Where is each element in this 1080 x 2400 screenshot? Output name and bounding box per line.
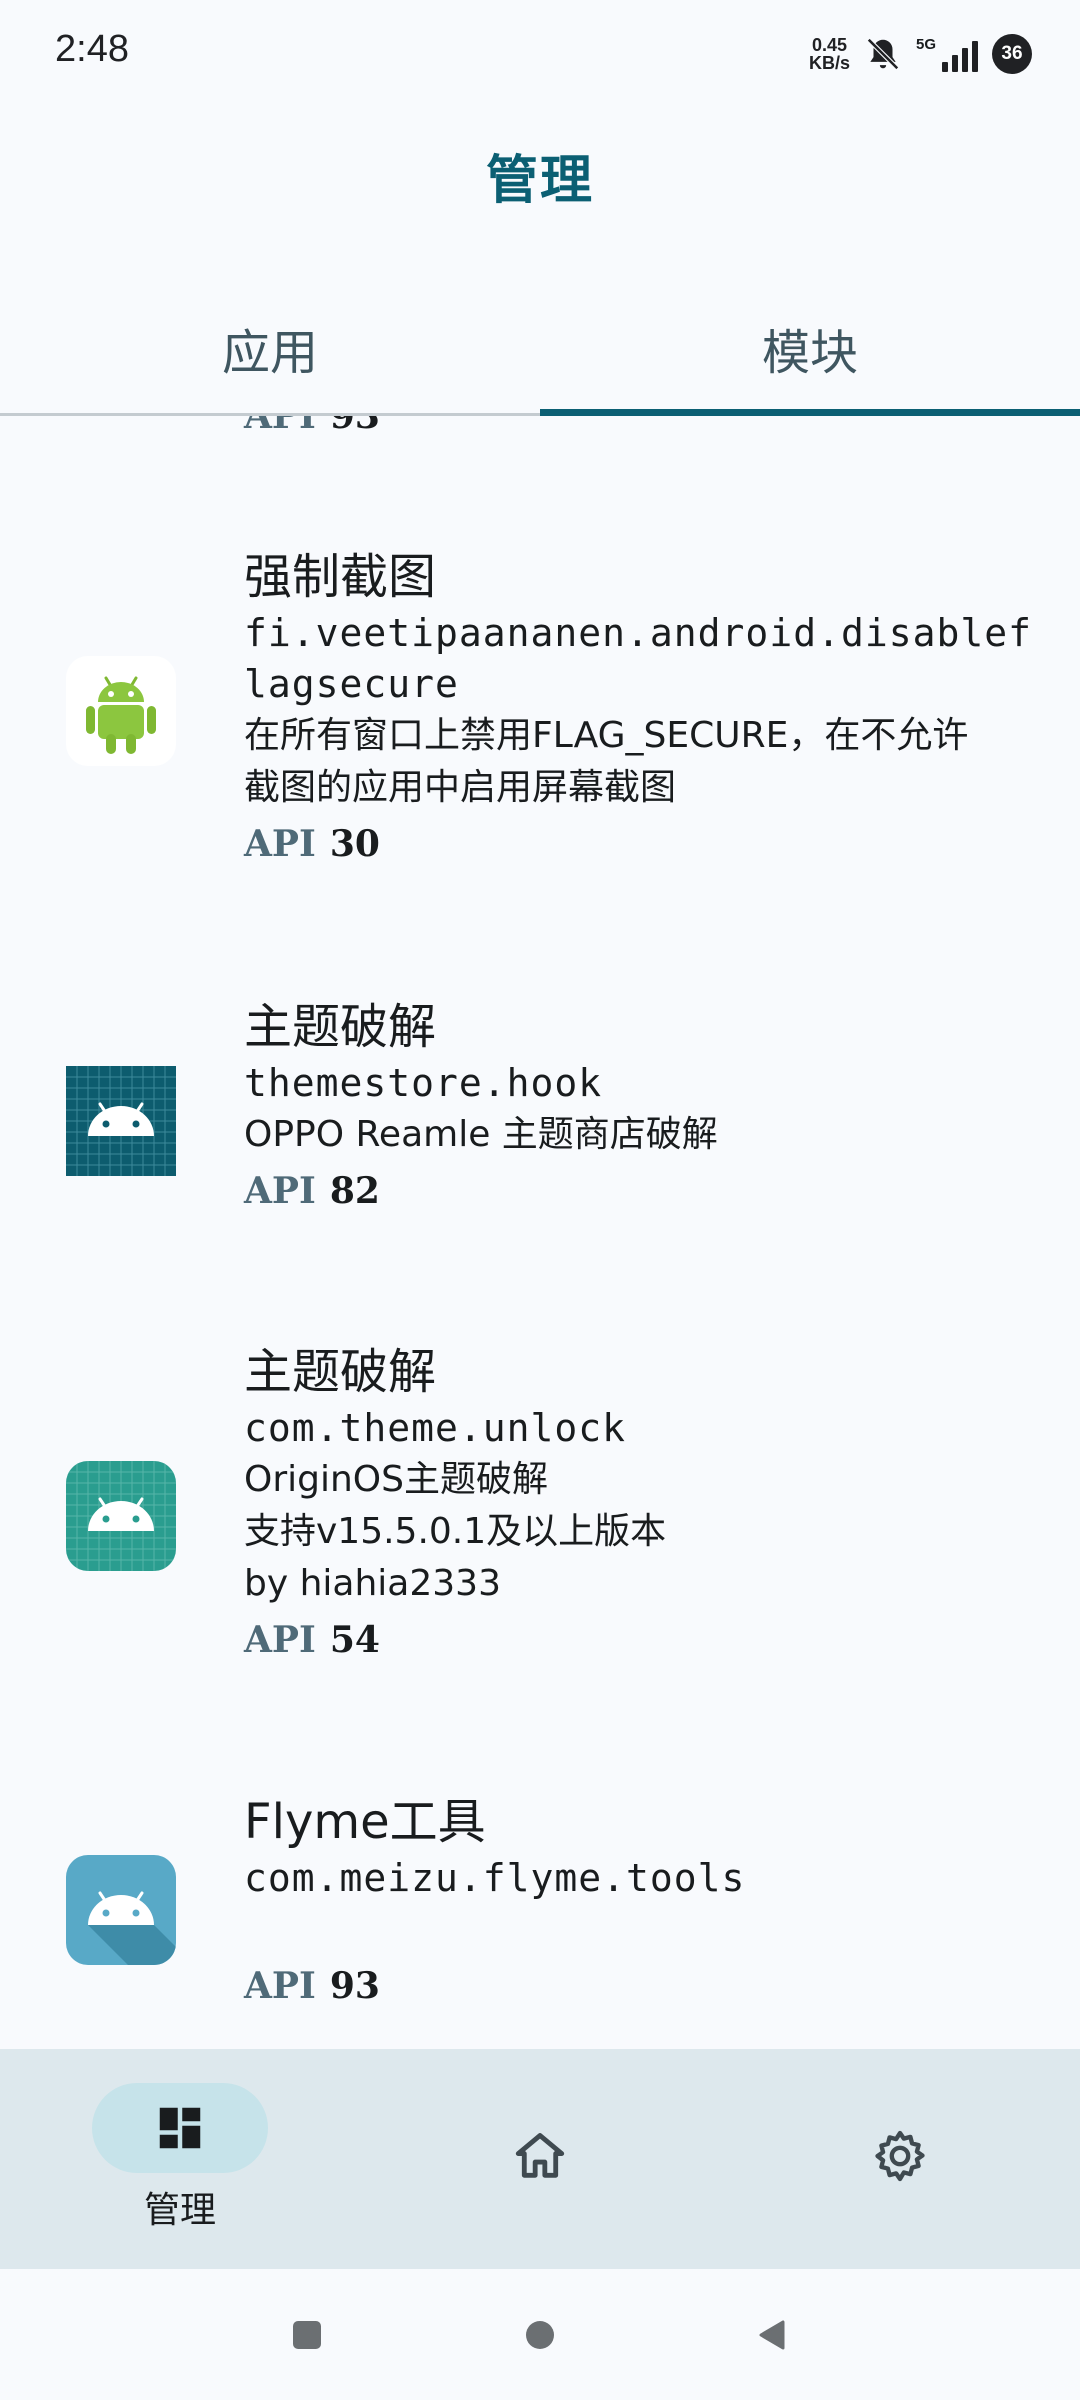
nav-settings-container bbox=[812, 2111, 988, 2201]
api-label: API bbox=[244, 1619, 316, 1661]
back-button[interactable] bbox=[745, 2307, 801, 2363]
module-name: Flyme工具 bbox=[244, 1794, 486, 1850]
tab-apps[interactable]: 应用 bbox=[0, 280, 540, 416]
network-speed: 0.45 KB/s bbox=[809, 36, 850, 72]
home-icon bbox=[515, 2133, 565, 2178]
android-default-icon bbox=[66, 1066, 176, 1176]
module-package: com.meizu.flyme.tools bbox=[244, 1856, 746, 1900]
api-label: API bbox=[244, 1965, 316, 2007]
module-api: API 93 bbox=[244, 1958, 1044, 2014]
api-label: API bbox=[244, 416, 316, 437]
home-system-button[interactable] bbox=[512, 2307, 568, 2363]
module-info: 主题破解 com.theme.unlock OriginOS主题破解 支持v15… bbox=[244, 1341, 1044, 1668]
api-label: API bbox=[244, 823, 316, 865]
module-api: API 82 bbox=[244, 1163, 1044, 1219]
module-item[interactable]: 强制截图 fi.veetipaananen.android.disablefla… bbox=[0, 546, 1080, 865]
api-value: 30 bbox=[329, 823, 380, 865]
signal-bar bbox=[952, 55, 958, 72]
nav-active-indicator bbox=[92, 2083, 268, 2173]
cellular-signal-icon: 5G bbox=[916, 36, 978, 72]
status-time: 2:48 bbox=[55, 28, 129, 70]
circle-icon bbox=[526, 2321, 554, 2349]
screen: 2:48 0.45 KB/s 5G 36 管理 应用 模块 API 93 强制截… bbox=[0, 0, 1080, 2400]
module-api: API 30 bbox=[244, 816, 1044, 872]
nav-manage-label: 管理 bbox=[143, 2190, 216, 2231]
page-title: 管理 bbox=[485, 151, 594, 211]
status-bar: 2:48 0.45 KB/s 5G 36 bbox=[0, 0, 1080, 100]
module-name: 主题破解 bbox=[244, 1344, 437, 1400]
gear-icon bbox=[875, 2130, 925, 2182]
tab-modules[interactable]: 模块 bbox=[540, 280, 1080, 416]
system-navigation-bar bbox=[0, 2269, 1080, 2400]
api-label: API bbox=[244, 1170, 316, 1212]
android-robot-icon bbox=[66, 656, 176, 766]
module-info: Flyme工具 com.meizu.flyme.tools API 93 bbox=[244, 1791, 1044, 2014]
android-default-icon bbox=[66, 1855, 176, 1965]
network-speed-unit: KB/s bbox=[808, 53, 850, 73]
module-info: 主题破解 themestore.hook OPPO Reamle 主题商店破解 … bbox=[244, 996, 1044, 1219]
api-value: 54 bbox=[329, 1619, 380, 1661]
api-value: 82 bbox=[329, 1170, 380, 1212]
nav-home-container bbox=[452, 2111, 628, 2201]
recents-button[interactable] bbox=[279, 2307, 335, 2363]
module-item[interactable]: 主题破解 com.theme.unlock OriginOS主题破解 支持v15… bbox=[0, 1341, 1080, 1671]
tab-bar: 应用 模块 bbox=[0, 280, 1080, 416]
dashboard-icon bbox=[159, 2107, 201, 2149]
android-default-icon bbox=[66, 1461, 176, 1571]
module-list[interactable]: API 93 强制截图 fi.veetipaananen.android.disa… bbox=[0, 416, 1080, 2049]
module-name: 强制截图 bbox=[244, 549, 437, 605]
tab-selected-indicator bbox=[540, 409, 1080, 416]
signal-bar bbox=[962, 48, 968, 72]
module-description: OPPO Reamle 主题商店破解 bbox=[244, 1114, 718, 1155]
battery-indicator: 36 bbox=[992, 34, 1032, 74]
bottom-navigation: 管理 bbox=[0, 2049, 1080, 2269]
status-icons: 0.45 KB/s 5G 36 bbox=[809, 32, 1032, 76]
module-description: 在所有窗口上禁用FLAG_SECURE，在不允许截图的应用中启用屏幕截图 bbox=[244, 715, 969, 808]
nav-manage[interactable]: 管理 bbox=[0, 2049, 360, 2269]
api-value: 93 bbox=[329, 416, 380, 437]
module-api: API 54 bbox=[244, 1612, 1044, 1668]
module-name: 主题破解 bbox=[244, 999, 437, 1055]
api-value: 93 bbox=[329, 1965, 380, 2007]
square-icon bbox=[293, 2321, 321, 2349]
module-item[interactable]: Flyme工具 com.meizu.flyme.tools API 93 bbox=[0, 1791, 1080, 2041]
nav-home[interactable] bbox=[360, 2049, 720, 2269]
module-info: 强制截图 fi.veetipaananen.android.disablefla… bbox=[244, 546, 1044, 872]
bell-muted-icon bbox=[867, 38, 899, 70]
triangle-back-icon bbox=[759, 2320, 785, 2350]
signal-bar bbox=[972, 41, 978, 72]
network-type: 5G bbox=[915, 36, 936, 53]
module-package: fi.veetipaananen.android.disableflagsecu… bbox=[244, 611, 1032, 706]
module-description bbox=[244, 1904, 1044, 1956]
partial-module-api: API 93 bbox=[244, 416, 380, 444]
nav-settings[interactable] bbox=[720, 2049, 1080, 2269]
module-item[interactable]: 主题破解 themestore.hook OPPO Reamle 主题商店破解 … bbox=[0, 996, 1080, 1226]
network-speed-value: 0.45 bbox=[811, 35, 847, 55]
signal-bar bbox=[942, 62, 948, 72]
module-description: OriginOS主题破解 支持v15.5.0.1及以上版本 by hiahia2… bbox=[244, 1459, 667, 1604]
module-package: com.theme.unlock bbox=[244, 1406, 627, 1450]
module-package: themestore.hook bbox=[244, 1061, 603, 1105]
